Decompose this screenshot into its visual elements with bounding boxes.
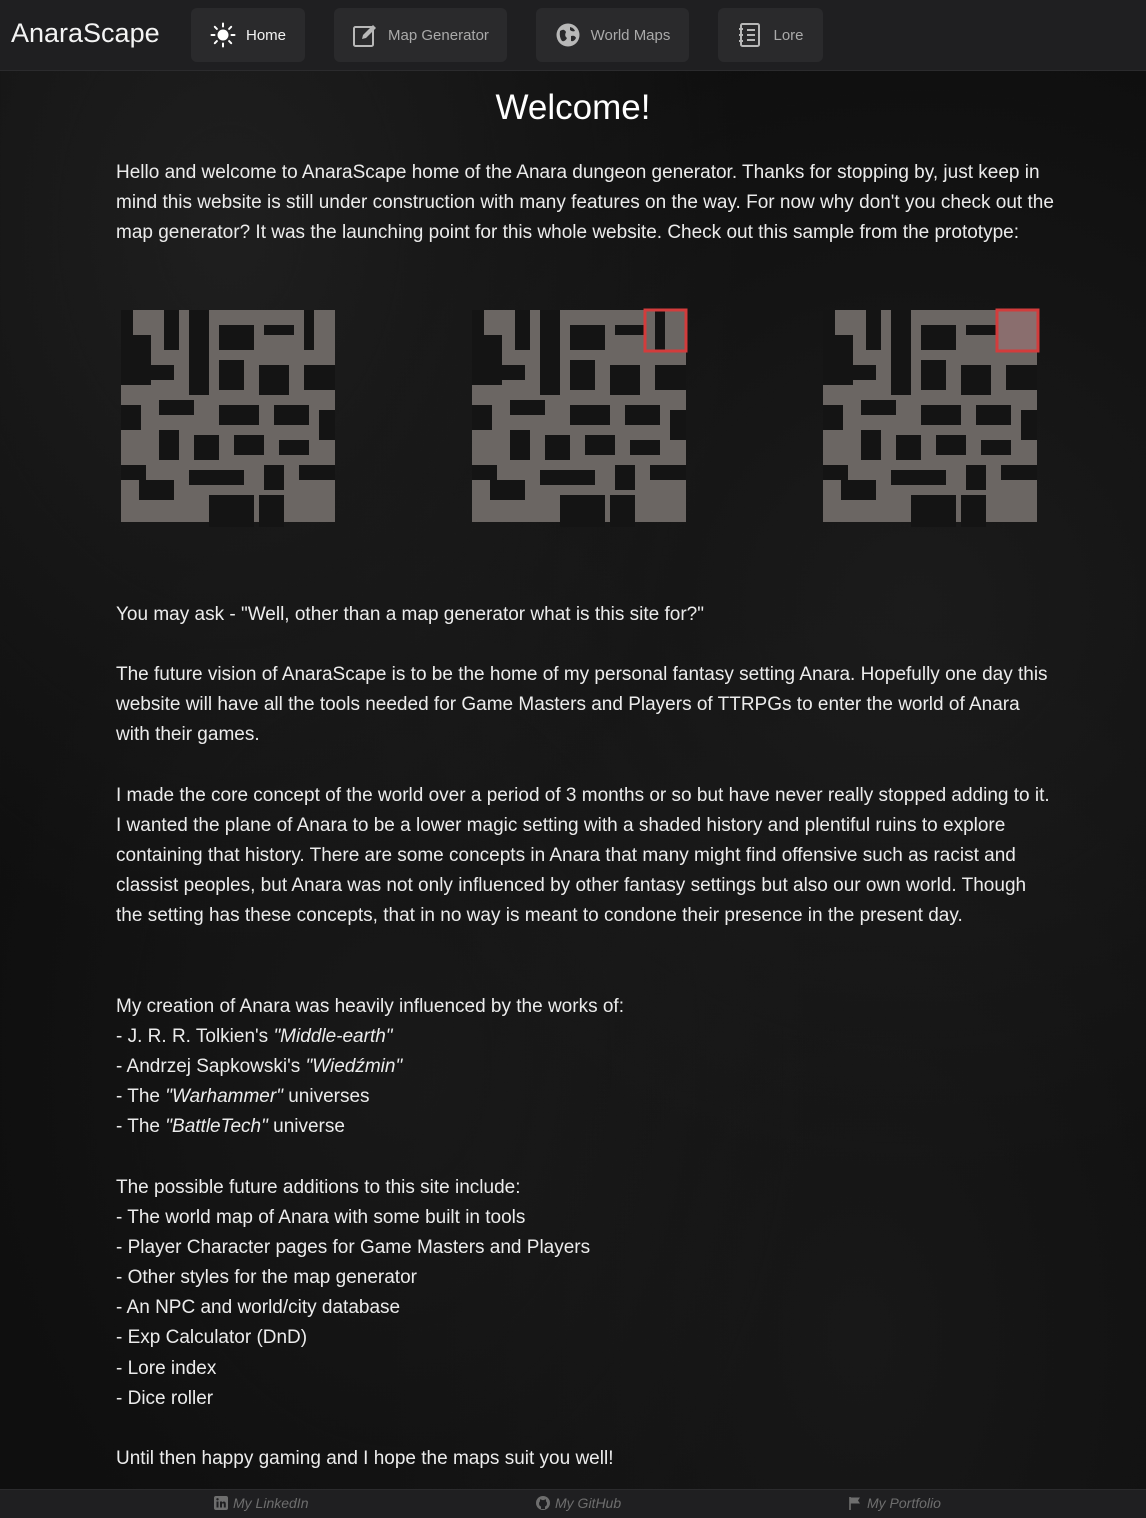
sun-icon — [210, 22, 236, 48]
sample-map-2 — [472, 308, 688, 527]
flag-icon — [848, 1496, 862, 1510]
influence-item: - The "BattleTech" universe — [116, 1116, 345, 1138]
globe-icon — [555, 22, 581, 48]
portfolio-link[interactable]: My Portfolio — [848, 1495, 941, 1511]
addition-item: - Dice roller — [116, 1387, 214, 1409]
addition-item: - An NPC and world/city database — [116, 1297, 401, 1319]
sample-map-1 — [121, 310, 335, 527]
nav-map-generator-label: Map Generator — [388, 26, 489, 44]
linkedin-icon — [214, 1496, 228, 1510]
concept-paragraph: I made the core concept of the world ove… — [116, 785, 1050, 927]
notebook-icon — [737, 22, 763, 48]
influence-item: - J. R. R. Tolkien's "Middle-earth" — [116, 1026, 393, 1048]
additions-heading: The possible future additions to this si… — [116, 1177, 521, 1198]
closing-paragraph: Until then happy gaming and I hope the m… — [116, 1448, 614, 1469]
brand-logo[interactable]: AnaraScape — [11, 18, 160, 49]
influence-item: - Andrzej Sapkowski's "Wiedźmin" — [116, 1056, 403, 1078]
influences-section: My creation of Anara was heavily influen… — [116, 992, 1056, 1142]
nav-map-generator-button[interactable]: Map Generator — [334, 8, 507, 62]
nav-world-maps-label: World Maps — [590, 26, 671, 44]
influence-item: - The "Warhammer" universes — [116, 1086, 370, 1108]
nav-home-label: Home — [245, 26, 286, 44]
sample-map-3 — [823, 308, 1040, 527]
addition-item: - Other styles for the map generator — [116, 1267, 417, 1289]
nav-world-maps-button[interactable]: World Maps — [536, 8, 689, 62]
vision-paragraph: The future vision of AnaraScape is to be… — [116, 664, 1048, 746]
footer: My LinkedIn My GitHub My Portfolio — [0, 1489, 1146, 1518]
addition-item: - Player Character pages for Game Master… — [116, 1237, 591, 1259]
nav-lore-button[interactable]: Lore — [718, 8, 823, 62]
intro-paragraph: Hello and welcome to AnaraScape home of … — [116, 162, 1054, 244]
addition-item: - The world map of Anara with some built… — [116, 1207, 526, 1229]
nav-lore-label: Lore — [773, 26, 804, 44]
nav-home-button[interactable]: Home — [191, 8, 305, 62]
addition-item: - Exp Calculator (DnD) — [116, 1327, 308, 1349]
additions-section: The possible future additions to this si… — [116, 1173, 1056, 1414]
influences-heading: My creation of Anara was heavily influen… — [116, 996, 624, 1017]
edit-icon — [352, 22, 378, 48]
page-title: Welcome! — [495, 88, 651, 127]
linkedin-link[interactable]: My LinkedIn — [214, 1495, 308, 1511]
question-paragraph: You may ask - "Well, other than a map ge… — [116, 604, 704, 625]
top-navbar: AnaraScape Home Map Generator World Maps… — [0, 0, 1146, 71]
highlight-room — [995, 308, 1040, 353]
github-link[interactable]: My GitHub — [536, 1495, 621, 1511]
addition-item: - Lore index — [116, 1357, 217, 1379]
github-icon — [536, 1496, 550, 1510]
